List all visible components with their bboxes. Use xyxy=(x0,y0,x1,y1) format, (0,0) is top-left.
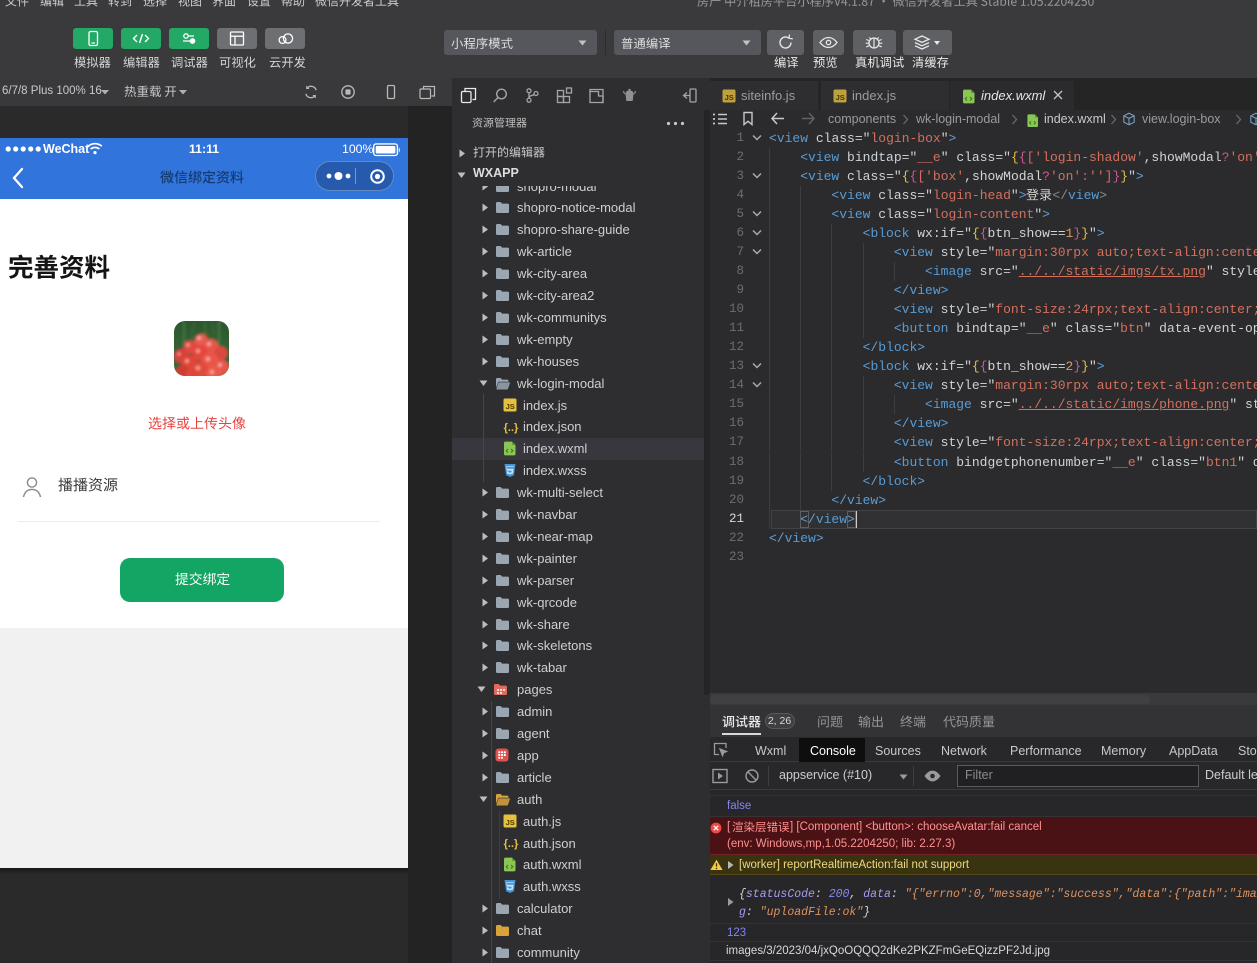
svg-text:JS: JS xyxy=(506,402,515,411)
svg-text:{..}: {..} xyxy=(504,422,519,434)
svg-text:JS: JS xyxy=(725,93,734,102)
svg-text:JS: JS xyxy=(506,818,515,827)
svg-text:JS: JS xyxy=(836,93,845,102)
svg-text:{..}: {..} xyxy=(504,838,519,850)
